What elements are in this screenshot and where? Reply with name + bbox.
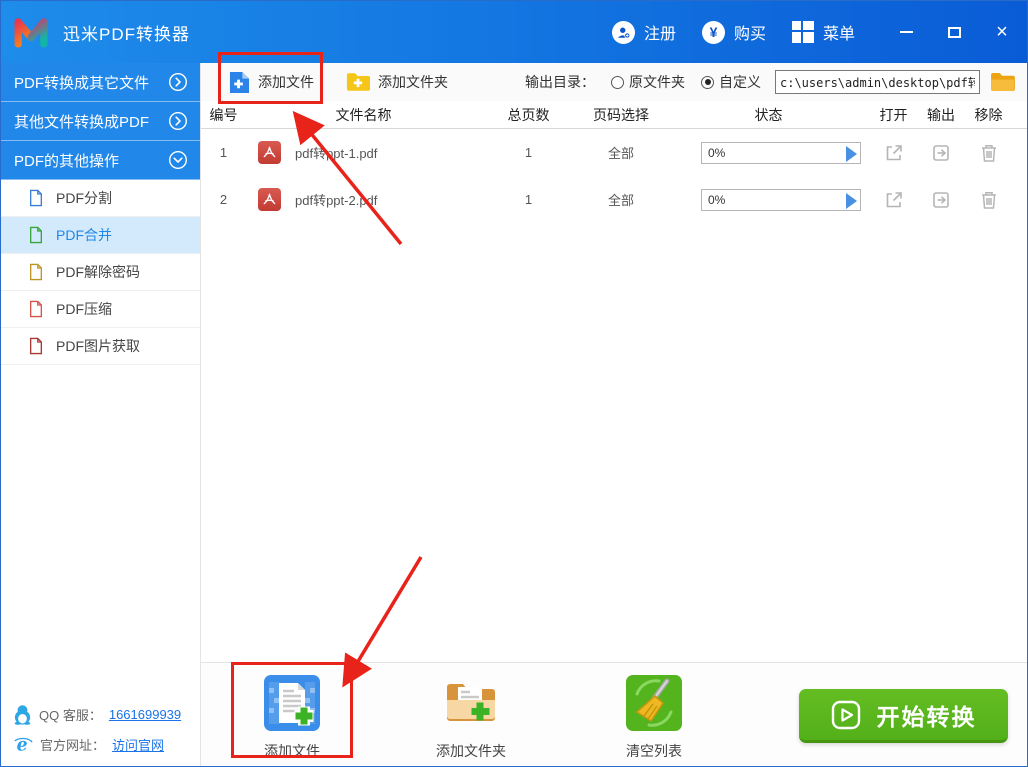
title-bar: 迅米PDF转换器 注册 ¥ 购买 菜单 × [1, 1, 1027, 63]
chevron-down-circle-icon [168, 150, 188, 170]
delete-icon[interactable] [980, 143, 998, 163]
main-area: 添加文件 添加文件夹 输出目录： 原文件夹 自定义 c:\users\admin… [201, 63, 1027, 766]
row-start-icon[interactable] [846, 145, 857, 162]
ie-browser-icon: e [14, 735, 33, 754]
header-output: 输出 [927, 106, 955, 123]
qq-icon [14, 705, 31, 725]
pdf-doc-icon [30, 226, 42, 244]
bottom-add-file-button[interactable]: 添加文件 [234, 674, 350, 761]
delete-icon[interactable] [980, 190, 998, 210]
play-icon [831, 700, 860, 729]
header-no: 编号 [209, 106, 238, 123]
support-info: QQ 客服： 1661699939 e 官方网址： 访问官网 [13, 695, 181, 754]
pdf-doc-icon [30, 300, 42, 318]
clear-list-broom-icon [626, 675, 682, 731]
yen-icon: ¥ [701, 20, 725, 44]
page-selection[interactable]: 全部 [576, 190, 666, 209]
sidebar-item-pdf-split[interactable]: PDF分割 [1, 180, 200, 217]
bottom-action-bar: 添加文件 添加文件夹 清空列表 开始转换 [201, 662, 1027, 766]
header-remove: 移除 [974, 106, 1003, 123]
radio-custom[interactable] [701, 75, 714, 89]
pdf-doc-icon [30, 189, 42, 207]
app-title: 迅米PDF转换器 [63, 24, 190, 44]
table-row: 2 pdf转ppt-2.pdf 1 全部 0% [201, 176, 1027, 223]
total-pages: 1 [524, 145, 533, 160]
open-file-icon[interactable] [884, 143, 904, 163]
minimize-button[interactable] [895, 21, 917, 43]
pdf-file-icon [258, 141, 281, 164]
app-window: 迅米PDF转换器 注册 ¥ 购买 菜单 × PDF转换成其它文件 其他文件转换成… [0, 0, 1028, 767]
sidebar: PDF转换成其它文件 其他文件转换成PDF PDF的其他操作 PDF分割 PDF… [1, 63, 201, 766]
buy-button[interactable]: ¥ 购买 [701, 20, 766, 44]
add-file-big-icon [264, 675, 320, 731]
output-dir-group: 输出目录： 原文件夹 自定义 [525, 70, 1015, 94]
radio-custom-label: 自定义 [719, 74, 761, 90]
output-path-input[interactable] [775, 70, 980, 94]
sidebar-section-other-to-pdf[interactable]: 其他文件转换成PDF [1, 102, 200, 141]
table-header: 编号 文件名称 总页数 页码选择 状态 打开 输出 移除 [201, 101, 1027, 129]
sidebar-item-pdf-compress[interactable]: PDF压缩 [1, 291, 200, 328]
folder-icon [991, 72, 1015, 92]
file-name: pdf转ppt-2.pdf [295, 193, 378, 208]
page-selection[interactable]: 全部 [576, 143, 666, 162]
add-folder-icon [346, 73, 370, 91]
clear-list-button[interactable]: 清空列表 [596, 674, 712, 761]
start-convert-button[interactable]: 开始转换 [799, 689, 1008, 743]
radio-original-folder[interactable] [611, 75, 624, 89]
official-site-link[interactable]: 访问官网 [112, 735, 164, 754]
close-button[interactable]: × [991, 21, 1013, 43]
progress-bar: 0% [701, 188, 861, 211]
open-file-icon[interactable] [884, 190, 904, 210]
table-row: 1 pdf转ppt-1.pdf 1 全部 0% [201, 129, 1027, 176]
pdf-file-icon [258, 188, 281, 211]
header-page-select: 页码选择 [593, 106, 649, 123]
maximize-button[interactable] [943, 21, 965, 43]
pdf-doc-icon [30, 337, 42, 355]
sidebar-item-pdf-merge[interactable]: PDF合并 [1, 217, 200, 254]
qq-number-link[interactable]: 1661699939 [109, 707, 181, 722]
site-label: 官方网址： [40, 737, 106, 753]
add-folder-button[interactable]: 添加文件夹 [346, 72, 448, 92]
sidebar-section-pdf-other-ops[interactable]: PDF的其他操作 [1, 141, 200, 180]
pdf-doc-icon [30, 263, 42, 281]
menu-button[interactable]: 菜单 [791, 20, 855, 44]
qq-label: QQ 客服： [39, 708, 102, 723]
buy-label: 购买 [733, 26, 766, 43]
register-label: 注册 [643, 26, 676, 43]
progress-bar: 0% [701, 141, 861, 164]
output-dir-label: 输出目录： [525, 74, 595, 90]
app-logo-icon [14, 18, 48, 48]
export-icon[interactable] [931, 143, 951, 163]
header-filename: 文件名称 [335, 106, 392, 123]
browse-folder-button[interactable] [990, 72, 1015, 92]
add-file-button[interactable]: 添加文件 [229, 71, 314, 94]
bottom-add-folder-button[interactable]: 添加文件夹 [413, 674, 529, 761]
export-icon[interactable] [931, 190, 951, 210]
total-pages: 1 [524, 192, 533, 207]
register-user-icon [611, 20, 635, 44]
top-toolbar: 添加文件 添加文件夹 输出目录： 原文件夹 自定义 [201, 63, 1027, 101]
file-name: pdf转ppt-1.pdf [295, 146, 378, 161]
header-pages: 总页数 [507, 106, 550, 123]
sidebar-item-pdf-remove-password[interactable]: PDF解除密码 [1, 254, 200, 291]
menu-grid-icon [791, 21, 814, 43]
header-open: 打开 [879, 106, 908, 123]
row-start-icon[interactable] [846, 192, 857, 209]
add-folder-big-icon [447, 684, 495, 721]
radio-original-label: 原文件夹 [629, 74, 685, 90]
add-file-icon [229, 71, 250, 93]
header-status: 状态 [754, 106, 783, 123]
chevron-right-circle-icon [168, 72, 188, 92]
register-button[interactable]: 注册 [611, 20, 676, 44]
chevron-right-circle-icon [168, 111, 188, 131]
window-controls: × [895, 21, 1013, 43]
sidebar-section-pdf-to-other[interactable]: PDF转换成其它文件 [1, 63, 200, 102]
sidebar-item-pdf-extract-images[interactable]: PDF图片获取 [1, 328, 200, 365]
menu-label: 菜单 [822, 26, 855, 43]
